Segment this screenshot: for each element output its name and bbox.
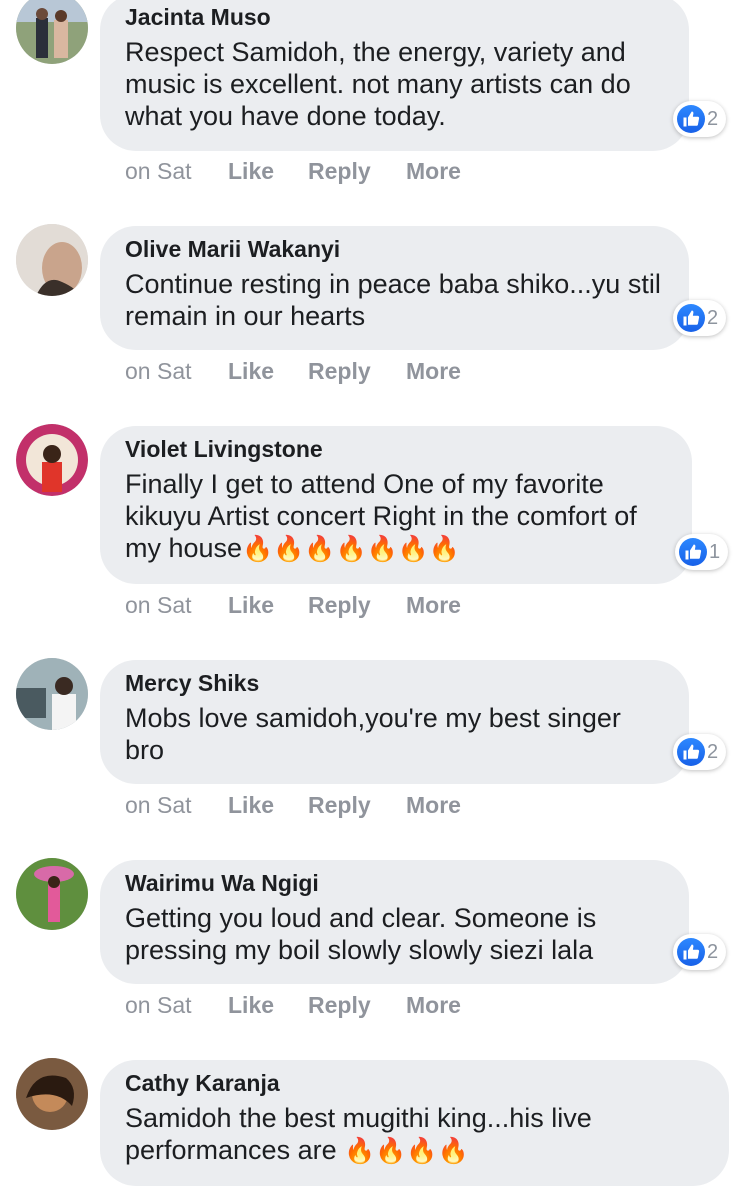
avatar[interactable] (16, 424, 88, 496)
reply-button[interactable]: Reply (308, 792, 406, 819)
comment-text: Continue resting in peace baba shiko...y… (125, 268, 665, 332)
comment-bubble: Jacinta Muso Respect Samidoh, the energy… (100, 0, 689, 151)
comment-list: Jacinta Muso Respect Samidoh, the energy… (0, 0, 750, 1188)
comment-text-body: Continue resting in peace baba shiko...y… (125, 269, 669, 331)
thumbs-up-icon (677, 304, 705, 332)
comment-actions: on Sat Like Reply More (125, 358, 461, 385)
comment-timestamp[interactable]: on Sat (125, 792, 228, 819)
comment-bubble: Olive Marii Wakanyi Continue resting in … (100, 226, 689, 350)
comment-author[interactable]: Mercy Shiks (125, 668, 665, 698)
comment-timestamp[interactable]: on Sat (125, 358, 228, 385)
comment-author[interactable]: Cathy Karanja (125, 1068, 705, 1098)
reply-button[interactable]: Reply (308, 992, 406, 1019)
more-button[interactable]: More (406, 992, 461, 1019)
like-button[interactable]: Like (228, 792, 308, 819)
comment-text: Finally I get to attend One of my favori… (125, 468, 668, 564)
comment-timestamp[interactable]: on Sat (125, 158, 228, 185)
comment-text-body: Mobs love samidoh,you're my best singer … (125, 703, 629, 765)
comment-text: Getting you loud and clear. Someone is p… (125, 902, 665, 966)
reaction-count: 2 (707, 306, 719, 329)
fire-emoji: 🔥🔥🔥🔥🔥🔥🔥 (242, 535, 460, 563)
avatar[interactable] (16, 0, 88, 64)
reaction-badge[interactable]: 2 (673, 101, 727, 137)
reaction-badge[interactable]: 2 (673, 300, 727, 336)
like-button[interactable]: Like (228, 358, 308, 385)
more-button[interactable]: More (406, 792, 461, 819)
like-button[interactable]: Like (228, 992, 308, 1019)
reaction-count: 1 (709, 540, 721, 563)
avatar[interactable] (16, 658, 88, 730)
thumbs-up-icon (677, 738, 705, 766)
comment-author[interactable]: Violet Livingstone (125, 434, 668, 464)
comment-bubble: Cathy Karanja Samidoh the best mugithi k… (100, 1060, 729, 1186)
comment-text: Respect Samidoh, the energy, variety and… (125, 36, 665, 132)
more-button[interactable]: More (406, 592, 461, 619)
avatar[interactable] (16, 858, 88, 930)
fire-emoji: 🔥🔥🔥🔥 (344, 1137, 469, 1165)
comment-timestamp[interactable]: on Sat (125, 592, 228, 619)
comment-actions: on Sat Like Reply More (125, 592, 461, 619)
comment-author[interactable]: Jacinta Muso (125, 2, 665, 32)
reply-button[interactable]: Reply (308, 358, 406, 385)
thumbs-up-icon (677, 105, 705, 133)
comment-author[interactable]: Olive Marii Wakanyi (125, 234, 665, 264)
comment-text: Samidoh the best mugithi king...his live… (125, 1102, 705, 1166)
thumbs-up-icon (679, 538, 707, 566)
thumbs-up-icon (677, 938, 705, 966)
more-button[interactable]: More (406, 358, 461, 385)
comment-timestamp[interactable]: on Sat (125, 992, 228, 1019)
avatar[interactable] (16, 1058, 88, 1130)
comment-text-body: Respect Samidoh, the energy, variety and… (125, 37, 639, 131)
comment-actions: on Sat Like Reply More (125, 992, 461, 1019)
reaction-count: 2 (707, 740, 719, 763)
reaction-count: 2 (707, 107, 719, 130)
comment-bubble: Mercy Shiks Mobs love samidoh,you're my … (100, 660, 689, 784)
like-button[interactable]: Like (228, 158, 308, 185)
comment-actions: on Sat Like Reply More (125, 792, 461, 819)
reply-button[interactable]: Reply (308, 158, 406, 185)
comment-actions: on Sat Like Reply More (125, 158, 461, 185)
reaction-badge[interactable]: 2 (673, 734, 727, 770)
reply-button[interactable]: Reply (308, 592, 406, 619)
avatar[interactable] (16, 224, 88, 296)
comment-text: Mobs love samidoh,you're my best singer … (125, 702, 665, 766)
comment-bubble: Violet Livingstone Finally I get to atte… (100, 426, 692, 584)
reaction-count: 2 (707, 940, 719, 963)
comment-author[interactable]: Wairimu Wa Ngigi (125, 868, 665, 898)
like-button[interactable]: Like (228, 592, 308, 619)
comment-bubble: Wairimu Wa Ngigi Getting you loud and cl… (100, 860, 689, 984)
reaction-badge[interactable]: 1 (675, 534, 729, 570)
reaction-badge[interactable]: 2 (673, 934, 727, 970)
comment-text-body: Getting you loud and clear. Someone is p… (125, 903, 604, 965)
more-button[interactable]: More (406, 158, 461, 185)
